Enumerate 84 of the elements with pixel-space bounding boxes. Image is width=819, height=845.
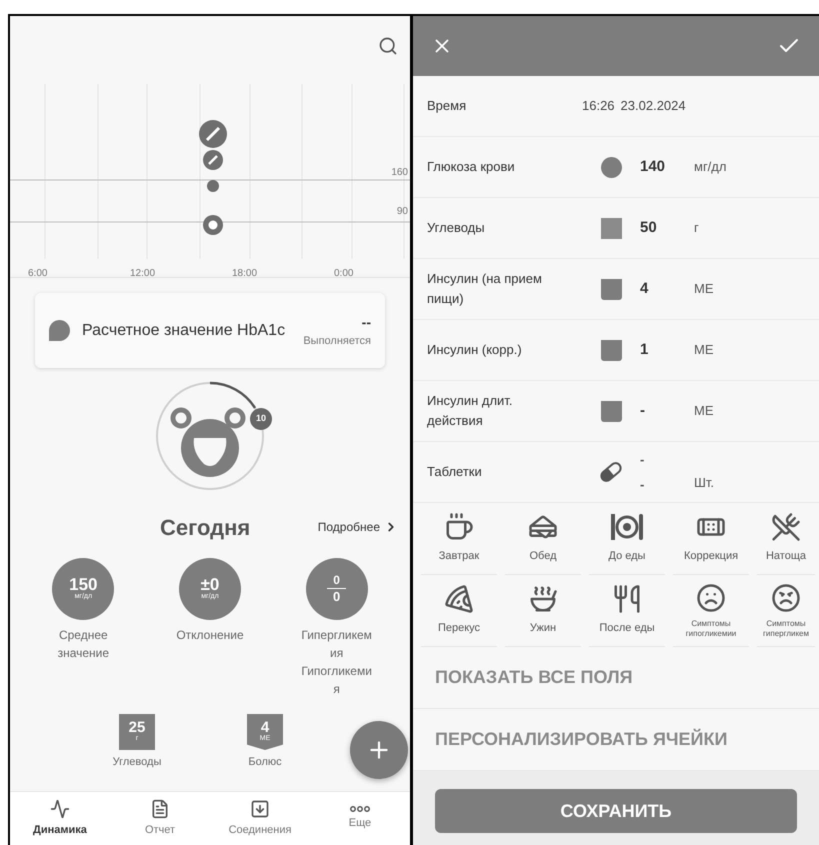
more-icon (350, 806, 370, 812)
total-label: Углеводы (112, 755, 162, 770)
stat-value: 0 (333, 588, 340, 606)
field-label: Таблетки (427, 463, 483, 481)
section-title: Сегодня (160, 514, 250, 542)
pill-icon (598, 459, 624, 485)
tag-tile[interactable]: До еды (589, 503, 665, 575)
download-box-icon (250, 798, 270, 819)
axis-label: 160 (391, 166, 408, 180)
stat-label: Гипергликемия (300, 627, 373, 662)
pizza-slice-icon (444, 584, 474, 614)
meal-marker-icon[interactable] (203, 215, 223, 235)
nav-tab[interactable]: Еще (315, 806, 405, 832)
field-label: Инсулин длит. действия (427, 392, 514, 430)
insulin-square-icon (600, 400, 622, 422)
total-label: Болюс (248, 755, 282, 770)
value-field[interactable]: - (640, 400, 680, 422)
trend-line-icon (50, 798, 70, 819)
cutlery-icon (612, 584, 642, 614)
drop-icon (49, 320, 70, 341)
bowl-icon (528, 584, 558, 614)
value-field[interactable]: - (640, 475, 680, 494)
stat-value: 0 (327, 572, 346, 589)
value-field[interactable]: - (640, 450, 680, 469)
coffee-cup-icon (444, 512, 474, 542)
value-field[interactable]: 1 (640, 338, 680, 362)
carbs-square-icon (600, 218, 622, 238)
card-title: Расчетное значение HbA1c (82, 320, 286, 340)
total-value: 25 (128, 720, 146, 736)
nav-tab[interactable]: Отчет (115, 798, 205, 838)
field-label: Углеводы (427, 219, 486, 237)
search-icon[interactable] (378, 36, 398, 56)
insulin-square-icon (600, 278, 622, 300)
stat-label: Отклонение (175, 627, 245, 644)
field-label: Глюкоза крови (427, 158, 516, 176)
nav-tab[interactable]: Соединения (215, 798, 305, 838)
hba1c-card[interactable]: Расчетное значение HbA1c -- Выполняется (35, 293, 385, 368)
frowning-face-icon (696, 582, 726, 612)
angry-face-icon (771, 582, 801, 612)
stat-label: Гипогликемия (300, 663, 373, 698)
tag-tile[interactable]: Натоща (757, 503, 815, 575)
unit-label: г (694, 219, 699, 238)
unit-label: мг/дл (694, 158, 726, 176)
details-link[interactable]: Подробнее (318, 518, 398, 536)
nav-tab[interactable]: Динамика (15, 798, 105, 838)
card-status: Выполняется (303, 334, 371, 349)
unit-label: Шт. (694, 474, 714, 492)
unit-label: МЕ (694, 402, 714, 420)
stat-value: 150 (69, 576, 98, 594)
value-field[interactable]: 50 (640, 216, 680, 240)
stat-value: ±0 (200, 576, 220, 594)
tag-tile[interactable]: Обед (505, 503, 581, 575)
tag-tile[interactable]: Перекус (421, 575, 497, 647)
axis-label: 18:00 (232, 268, 258, 279)
count-badge: 10 (250, 408, 272, 430)
tag-tile[interactable]: Ужин (505, 575, 581, 647)
unit-label: МЕ (694, 341, 714, 360)
date-value[interactable]: 23.02.2024 (620, 96, 686, 116)
tag-tile[interactable]: Коррекция (673, 503, 749, 575)
field-label: Время (427, 97, 468, 116)
axis-label: 90 (396, 205, 408, 219)
save-button[interactable]: СОХРАНИТЬ (435, 789, 797, 833)
tag-tile[interactable]: После еды (589, 575, 665, 647)
crossed-cutlery-icon (771, 512, 801, 542)
axis-label: 6:00 (28, 268, 48, 279)
total-value: 4 (260, 720, 270, 736)
axis-label: 0:00 (334, 268, 354, 279)
axis-label: 12:00 (130, 268, 156, 279)
time-value[interactable]: 16:26 (582, 96, 615, 116)
glucose-dot-icon[interactable] (207, 180, 219, 192)
stat-label: Среднее значение (56, 627, 110, 662)
field-label: Инсулин (корр.) (427, 341, 523, 359)
add-button[interactable] (350, 721, 408, 779)
tag-tile[interactable]: Симптомы гипогликемии (673, 575, 749, 647)
card-value: -- (362, 312, 371, 332)
document-icon (150, 798, 170, 819)
tag-tile[interactable]: Завтрак (421, 503, 497, 575)
tag-tile[interactable]: Симптомы гипергликем (757, 575, 815, 647)
unit-label: МЕ (694, 280, 714, 298)
value-field[interactable]: 140 (640, 156, 680, 178)
plate-with-cutlery-icon (610, 512, 644, 542)
value-field[interactable]: 4 (640, 278, 680, 300)
field-label: Инсулин (на прием пищи) (427, 270, 543, 308)
insulin-square-icon (600, 340, 622, 360)
